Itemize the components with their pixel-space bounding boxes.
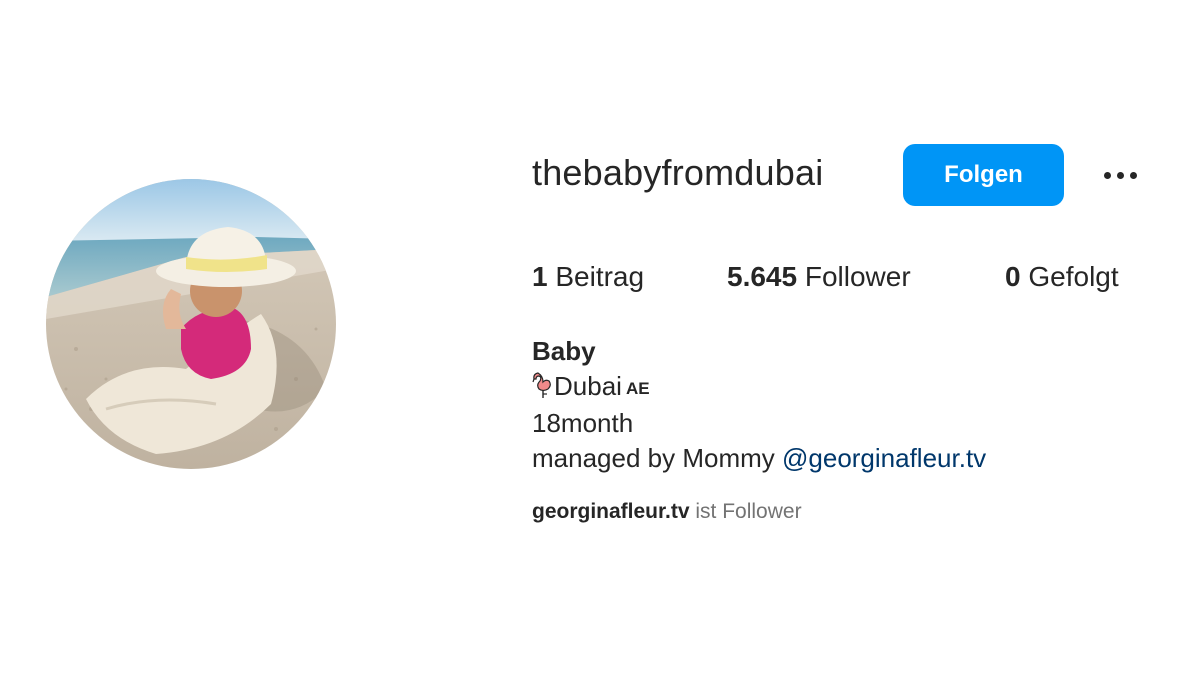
more-options-icon[interactable] [1094, 158, 1146, 192]
followers-label: Follower [804, 261, 911, 292]
bio-location-text: Dubai [554, 371, 622, 401]
bio-location: Dubai AE [532, 369, 986, 406]
profile-bio: Baby Dubai AE 18month managed by Mommy @g… [532, 334, 986, 476]
followed-by-text: ist Follower [695, 500, 802, 523]
following-count-stat[interactable]: 0 Gefolgt [1005, 261, 1119, 293]
followed-by-user-link[interactable]: georginafleur.tv [532, 500, 690, 523]
bio-managed: managed by Mommy @georginafleur.tv [532, 441, 986, 476]
flag-code: AE [625, 379, 650, 398]
profile-username: thebabyfromdubai [532, 152, 824, 193]
posts-count: 1 [532, 261, 548, 292]
followers-count-stat[interactable]: 5.645 Follower [727, 261, 911, 293]
following-label: Gefolgt [1028, 261, 1119, 292]
followers-count: 5.645 [727, 261, 798, 292]
bio-name: Baby [532, 336, 596, 366]
flamingo-icon [532, 372, 551, 398]
posts-count-stat[interactable]: 1 Beitrag [532, 261, 644, 293]
follow-button[interactable]: Folgen [903, 144, 1064, 206]
followed-by: georginafleur.tv ist Follower [532, 500, 802, 524]
profile-page: thebabyfromdubai Folgen 1 Beitrag 5.645 … [0, 0, 1200, 675]
following-count: 0 [1005, 261, 1021, 292]
posts-label: Beitrag [555, 261, 645, 292]
bio-age: 18month [532, 408, 634, 438]
avatar-image [46, 179, 336, 469]
bio-mention-link[interactable]: @georginafleur.tv [782, 443, 986, 473]
avatar[interactable] [46, 179, 336, 469]
bio-managed-text: managed by Mommy [532, 443, 775, 473]
